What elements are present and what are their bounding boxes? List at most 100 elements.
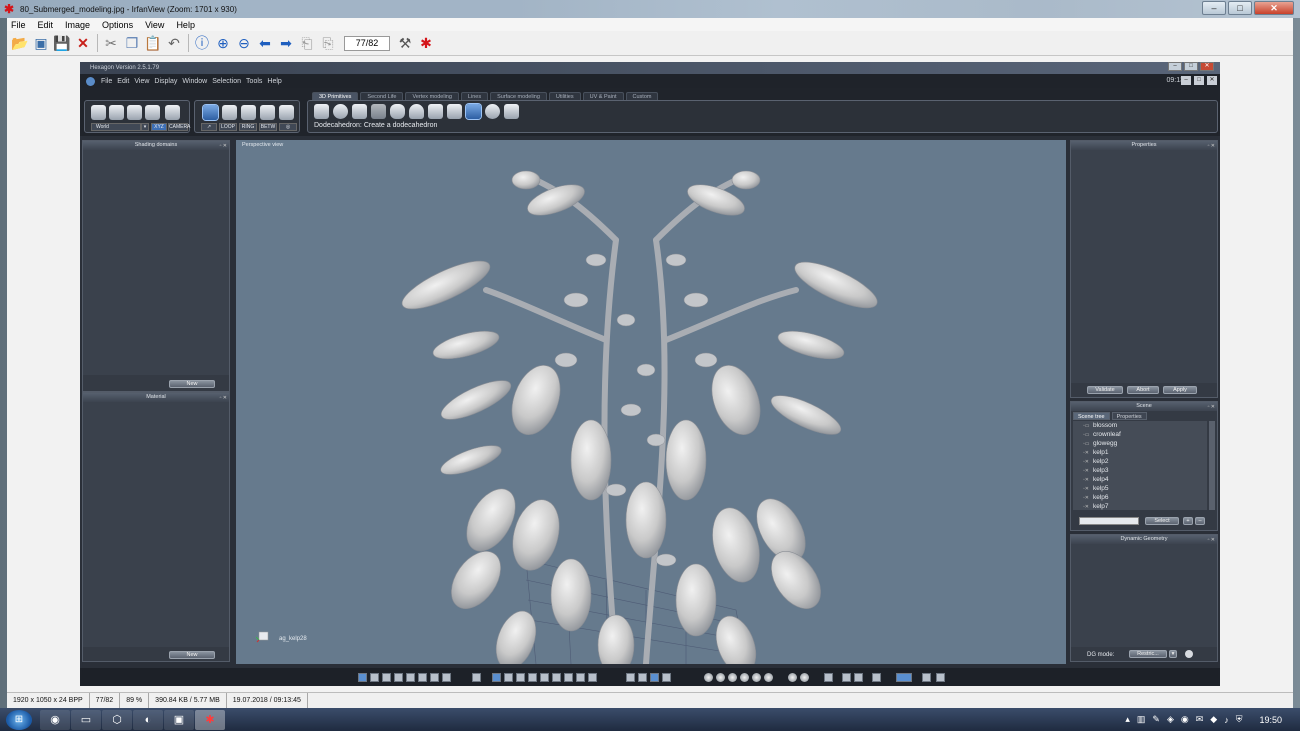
save-icon[interactable]: 💾 [52, 33, 72, 53]
geosphere-icon[interactable] [485, 104, 500, 119]
tray-network-icon[interactable]: ▥ [1137, 714, 1146, 725]
copy-icon[interactable]: ❐ [122, 33, 142, 53]
tray-app-icon[interactable]: ◉ [1181, 714, 1189, 725]
cylinder-icon[interactable] [390, 104, 405, 119]
grow-select-icon[interactable]: ◎ [279, 123, 297, 131]
delete-icon[interactable]: ✕ [73, 33, 93, 53]
hx-menu-view[interactable]: View [134, 78, 149, 85]
render-shading-icon[interactable] [800, 673, 809, 682]
tetrahedron-icon[interactable] [447, 104, 462, 119]
split-view-icon[interactable] [406, 673, 415, 682]
split-view-icon[interactable] [418, 673, 427, 682]
last-page-icon[interactable]: ⎘ [318, 33, 338, 53]
abort-button[interactable]: Abort [1127, 386, 1159, 394]
visibility-icon[interactable]: ◦✕ [1083, 495, 1093, 501]
taskbar-hexagon-icon[interactable]: ⬡ [102, 709, 132, 730]
wireframe-shading-icon[interactable] [704, 673, 713, 682]
scene-scrollbar[interactable] [1209, 421, 1215, 510]
single-view-icon[interactable] [358, 673, 367, 682]
scale-icon[interactable] [650, 673, 659, 682]
smooth-shading-icon[interactable] [752, 673, 761, 682]
menu-image[interactable]: Image [65, 20, 90, 30]
tray-tool-icon[interactable]: ✎ [1152, 714, 1160, 725]
info-icon[interactable]: ⓘ [192, 33, 212, 53]
list-item[interactable]: ◦✕ kelp6 [1073, 493, 1207, 502]
coord-system-select[interactable]: World [91, 123, 141, 131]
layout-icon[interactable] [504, 673, 513, 682]
eye-icon[interactable] [588, 673, 597, 682]
hx-menu-help[interactable]: Help [267, 78, 281, 85]
quad-view-icon[interactable] [370, 673, 379, 682]
taskbar-clock[interactable]: 19:50 [1259, 715, 1282, 725]
list-item[interactable]: ◦✕ kelp1 [1073, 448, 1207, 457]
rotate-icon[interactable] [638, 673, 647, 682]
ring-button[interactable]: RING [239, 123, 257, 131]
cube-icon[interactable] [314, 104, 329, 119]
camera-button[interactable]: CAMERA [168, 123, 190, 131]
tray-volume-icon[interactable]: ♪ [1224, 715, 1229, 725]
select-face-icon[interactable] [222, 105, 237, 120]
tab-scene-properties[interactable]: Properties [1111, 412, 1147, 420]
split-view-icon[interactable] [382, 673, 391, 682]
grid-plane-icon[interactable] [371, 104, 386, 119]
hexagon-outer-minimize-button[interactable]: – [1168, 62, 1182, 71]
settings-icon[interactable]: ⚒ [395, 33, 415, 53]
close-button[interactable]: ✕ [1254, 1, 1294, 15]
move-icon[interactable] [626, 673, 635, 682]
menu-help[interactable]: Help [176, 20, 195, 30]
hx-menu-tools[interactable]: Tools [246, 78, 262, 85]
slideshow-icon[interactable]: ▣ [31, 33, 51, 53]
sphere-primitive-icon[interactable] [333, 104, 348, 119]
tool-icon[interactable] [936, 673, 945, 682]
list-item[interactable]: ◦▭ blossom [1073, 421, 1207, 430]
wireframe-shading-icon[interactable] [716, 673, 725, 682]
hexagon-close-button[interactable]: ✕ [1207, 76, 1217, 85]
paint-select-icon[interactable]: ↗ [201, 123, 217, 131]
validate-button[interactable]: Validate [1087, 386, 1123, 394]
chevron-down-icon[interactable]: ▾ [1169, 650, 1177, 658]
render-icon[interactable] [896, 673, 912, 682]
hexagon-outer-maximize-button[interactable]: □ [1184, 62, 1198, 71]
new-material-button[interactable]: New [169, 651, 215, 659]
tray-app-icon[interactable]: ◆ [1210, 714, 1217, 725]
irfanview-logo-icon[interactable]: ✱ [416, 33, 436, 53]
hexagon-outer-close-button[interactable]: ✕ [1200, 62, 1214, 71]
tray-arrow-icon[interactable]: ▴ [1125, 714, 1130, 725]
panel-pin-close-icon[interactable]: ▫ ✕ [1208, 403, 1215, 412]
maximize-button[interactable]: □ [1228, 1, 1252, 15]
cone-icon[interactable] [409, 104, 424, 119]
pan-icon[interactable] [662, 673, 671, 682]
visibility-icon[interactable]: ◦✕ [1083, 468, 1093, 474]
select-edge-icon[interactable] [241, 105, 256, 120]
plane-icon[interactable] [352, 104, 367, 119]
list-item[interactable]: ◦▭ crownleaf [1073, 430, 1207, 439]
panel-toggle-icon[interactable] [854, 673, 863, 682]
dg-toggle-icon[interactable] [1185, 650, 1193, 658]
between-button[interactable]: BETW [259, 123, 277, 131]
tray-app-icon[interactable]: ◈ [1167, 714, 1174, 725]
list-item[interactable]: ◦✕ kelp4 [1073, 475, 1207, 484]
hx-menu-edit[interactable]: Edit [117, 78, 129, 85]
visibility-icon[interactable]: ◦▭ [1083, 432, 1093, 438]
hx-menu-file[interactable]: File [101, 78, 112, 85]
smooth-shading-icon[interactable] [740, 673, 749, 682]
menu-file[interactable]: File [11, 20, 26, 30]
visibility-icon[interactable]: ◦▭ [1083, 423, 1093, 429]
tool-icon[interactable] [922, 673, 931, 682]
eraser-icon[interactable] [824, 673, 833, 682]
tray-mail-icon[interactable]: ✉ [1196, 714, 1204, 725]
paste-icon[interactable]: 📋 [143, 33, 163, 53]
zoom-in-icon[interactable]: ⊕ [213, 33, 233, 53]
teapot-icon[interactable] [504, 104, 519, 119]
visibility-icon[interactable]: ◦✕ [1083, 504, 1093, 510]
split-view-icon[interactable] [430, 673, 439, 682]
hexagon-maximize-button[interactable]: □ [1194, 76, 1204, 85]
layout-icon[interactable] [528, 673, 537, 682]
scene-search-input[interactable] [1079, 517, 1139, 525]
material-shading-icon[interactable] [788, 673, 797, 682]
taskbar-irfanview-icon[interactable]: ✱ [195, 709, 225, 730]
visibility-icon[interactable]: ◦▭ [1083, 441, 1093, 447]
brush-icon[interactable] [91, 105, 106, 120]
camera-icon[interactable] [872, 673, 881, 682]
layout-icon[interactable] [540, 673, 549, 682]
